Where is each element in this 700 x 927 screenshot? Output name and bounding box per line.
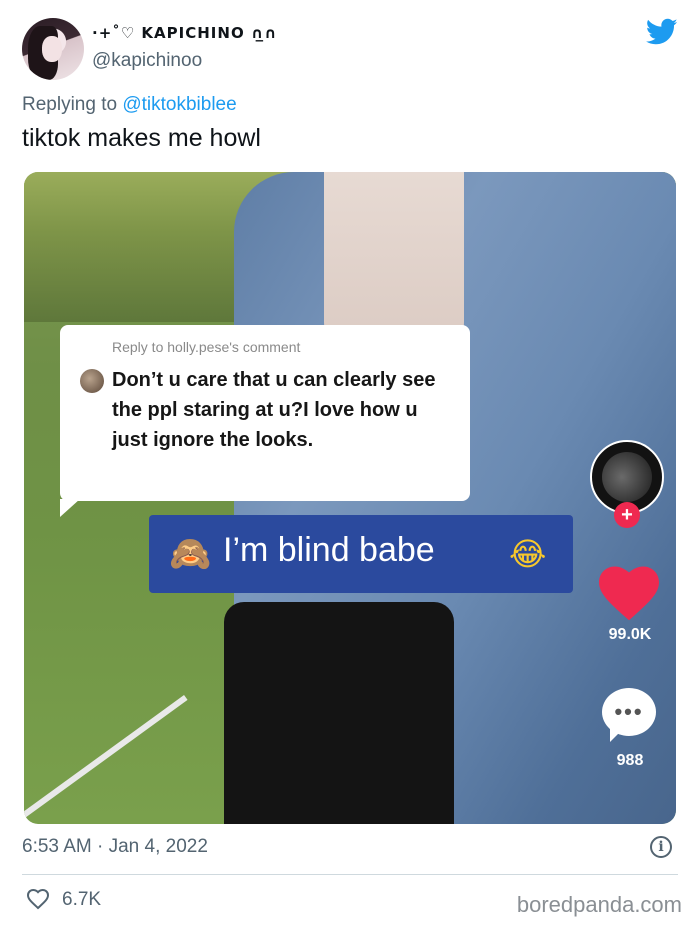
tweet-text: tiktok makes me howl (22, 124, 261, 152)
tweet-like-count: 6.7K (62, 889, 102, 910)
comment-dots: ••• (614, 699, 644, 724)
like-heart-icon[interactable] (26, 888, 50, 910)
video-caption-banner: 🙈 I’m blind babe 😂 (149, 515, 573, 593)
creator-profile-image (602, 452, 652, 502)
tweet-timestamp[interactable]: 6:53 AM · Jan 4, 2022 (22, 836, 208, 858)
info-icon[interactable]: i (650, 836, 672, 858)
author-handle[interactable]: @kapichinoo (92, 50, 202, 72)
replying-to-line: Replying to @tiktokbiblee (22, 94, 237, 116)
follow-plus-button[interactable]: + (614, 502, 640, 528)
avatar[interactable] (22, 18, 84, 80)
comment-header: Reply to holly.pese's comment (112, 339, 301, 355)
tweet-card: ·+˚♡ KAPICHINO ∩̲∩ @kapichinoo Replying … (0, 0, 700, 927)
replying-to-prefix: Replying to (22, 94, 123, 115)
avatar-face (42, 36, 62, 62)
comment-body: Don’t u care that u can clearly see the … (112, 369, 436, 451)
white-cane (24, 695, 188, 818)
see-no-evil-monkey-icon: 🙈 (169, 535, 212, 573)
pants (224, 602, 454, 824)
caption-text: I’m blind babe (223, 531, 435, 569)
boredpanda-watermark: boredpanda.com (516, 892, 682, 917)
twitter-bird-icon[interactable] (646, 18, 678, 46)
tiktok-reply-comment-card: Reply to holly.pese's comment Don’t u ca… (60, 325, 470, 517)
commenter-avatar (80, 369, 104, 393)
comment-bubble-icon[interactable]: ••• (602, 688, 656, 742)
tweet-media-image[interactable]: Reply to holly.pese's comment Don’t u ca… (24, 172, 676, 824)
divider (22, 874, 678, 875)
video-comments-count: 988 (616, 752, 644, 769)
tears-of-joy-icon: 😂 (509, 536, 547, 572)
replying-to-link[interactable]: @tiktokbiblee (122, 94, 236, 115)
heart-icon[interactable] (599, 566, 659, 622)
video-likes-count: 99.0K (608, 626, 652, 643)
author-display-name[interactable]: ·+˚♡ KAPICHINO ∩̲∩ (92, 24, 277, 42)
